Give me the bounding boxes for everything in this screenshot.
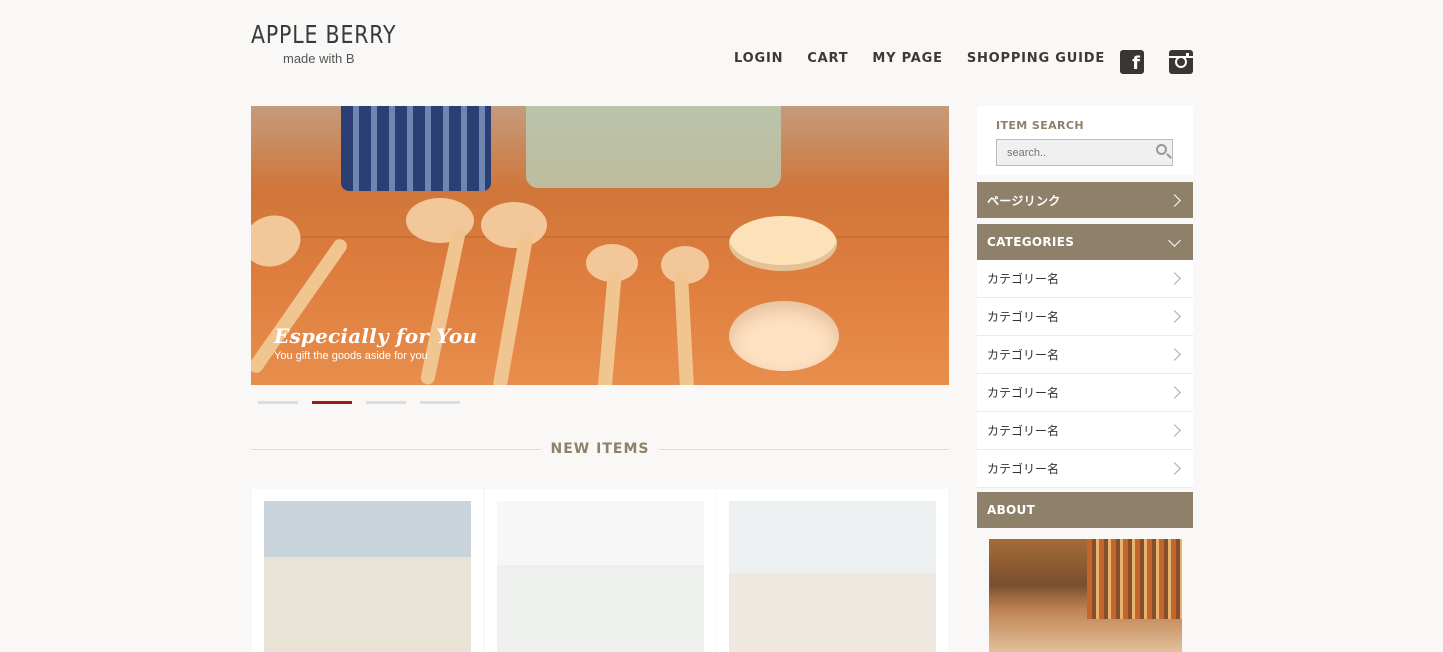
hero-ladle [729, 216, 837, 271]
categories-menu[interactable]: CATEGORIES [977, 224, 1193, 260]
hero-spoon [251, 207, 308, 275]
birdcage-photo [497, 501, 704, 652]
slider-dot-1[interactable] [258, 401, 298, 404]
slider-dot-2[interactable] [312, 401, 352, 404]
page-link-menu[interactable]: ページリンク [977, 182, 1193, 218]
category-name: カテゴリー名 [987, 424, 1060, 438]
nav-login-link[interactable]: LOGIN [734, 51, 783, 66]
hero-subtitle: You gift the goods aside for you [274, 350, 428, 362]
about-label: ABOUT [987, 503, 1036, 517]
heading-divider [659, 449, 949, 450]
slider-dot-3[interactable] [366, 401, 406, 404]
chevron-right-icon [1168, 272, 1181, 285]
hero-caption: Especially for You You gift the goods as… [274, 323, 477, 363]
nav-cart-link[interactable]: CART [807, 51, 848, 66]
hero-spoon-handle [492, 230, 534, 385]
item-search-panel: ITEM SEARCH [977, 106, 1193, 175]
chevron-right-icon [1168, 462, 1181, 475]
category-name: カテゴリー名 [987, 462, 1060, 476]
hero-bowl [729, 301, 839, 371]
nav-my-page-link[interactable]: MY PAGE [872, 51, 942, 66]
chevron-right-icon [1168, 348, 1181, 361]
slider-dot-4[interactable] [420, 401, 460, 404]
plant-window-photo [264, 501, 471, 652]
hero-spoon-handle [673, 270, 697, 385]
hero-slider[interactable]: Especially for You You gift the goods as… [251, 106, 949, 385]
item-search-title: ITEM SEARCH [996, 119, 1084, 132]
site-logo[interactable]: APPLE BERRY made with B [251, 20, 411, 66]
hero-dish-image [526, 106, 781, 188]
page-link-label: ページリンク [987, 193, 1061, 208]
search-input[interactable] [996, 139, 1173, 166]
category-item[interactable]: カテゴリー名 [977, 260, 1193, 298]
hero-table-line [251, 236, 949, 238]
brand-title: APPLE BERRY [251, 20, 397, 49]
brand-tagline: made with B [283, 51, 355, 66]
chevron-down-icon [1168, 233, 1181, 247]
about-shop-photo [989, 539, 1182, 652]
hero-spoon [481, 202, 547, 248]
product-card[interactable] [485, 489, 716, 652]
product-card[interactable] [717, 489, 948, 652]
new-items-heading: NEW ITEMS [251, 440, 949, 458]
product-card[interactable] [252, 489, 483, 652]
facebook-icon[interactable]: f [1120, 50, 1144, 74]
hero-title: Especially for You [274, 324, 478, 348]
hero-spoon-handle [594, 270, 622, 385]
main-nav: LOGIN CART MY PAGE SHOPPING GUIDE [734, 51, 1105, 66]
about-menu[interactable]: ABOUT [977, 492, 1193, 528]
category-name: カテゴリー名 [987, 386, 1060, 400]
chevron-right-icon [1168, 386, 1181, 399]
search-icon[interactable] [1156, 144, 1167, 155]
category-name: カテゴリー名 [987, 310, 1060, 324]
categories-label: CATEGORIES [987, 235, 1075, 249]
category-name: カテゴリー名 [987, 272, 1060, 286]
living-room-photo [729, 501, 936, 652]
category-item[interactable]: カテゴリー名 [977, 374, 1193, 412]
chevron-right-icon [1168, 424, 1181, 437]
category-item[interactable]: カテゴリー名 [977, 412, 1193, 450]
hero-jar-image [341, 106, 491, 191]
category-item[interactable]: カテゴリー名 [977, 450, 1193, 488]
slider-pagination [258, 401, 460, 404]
category-name: カテゴリー名 [987, 348, 1060, 362]
chevron-right-icon [1168, 310, 1181, 323]
category-item[interactable]: カテゴリー名 [977, 298, 1193, 336]
sidebar: ITEM SEARCH ページリンク CATEGORIES カテゴリー名 カテゴ… [977, 106, 1193, 652]
category-item[interactable]: カテゴリー名 [977, 336, 1193, 374]
instagram-icon[interactable] [1169, 50, 1193, 74]
chevron-right-icon [1168, 193, 1181, 207]
nav-shopping-guide-link[interactable]: SHOPPING GUIDE [967, 51, 1105, 66]
bookshelf-image [1087, 539, 1182, 619]
